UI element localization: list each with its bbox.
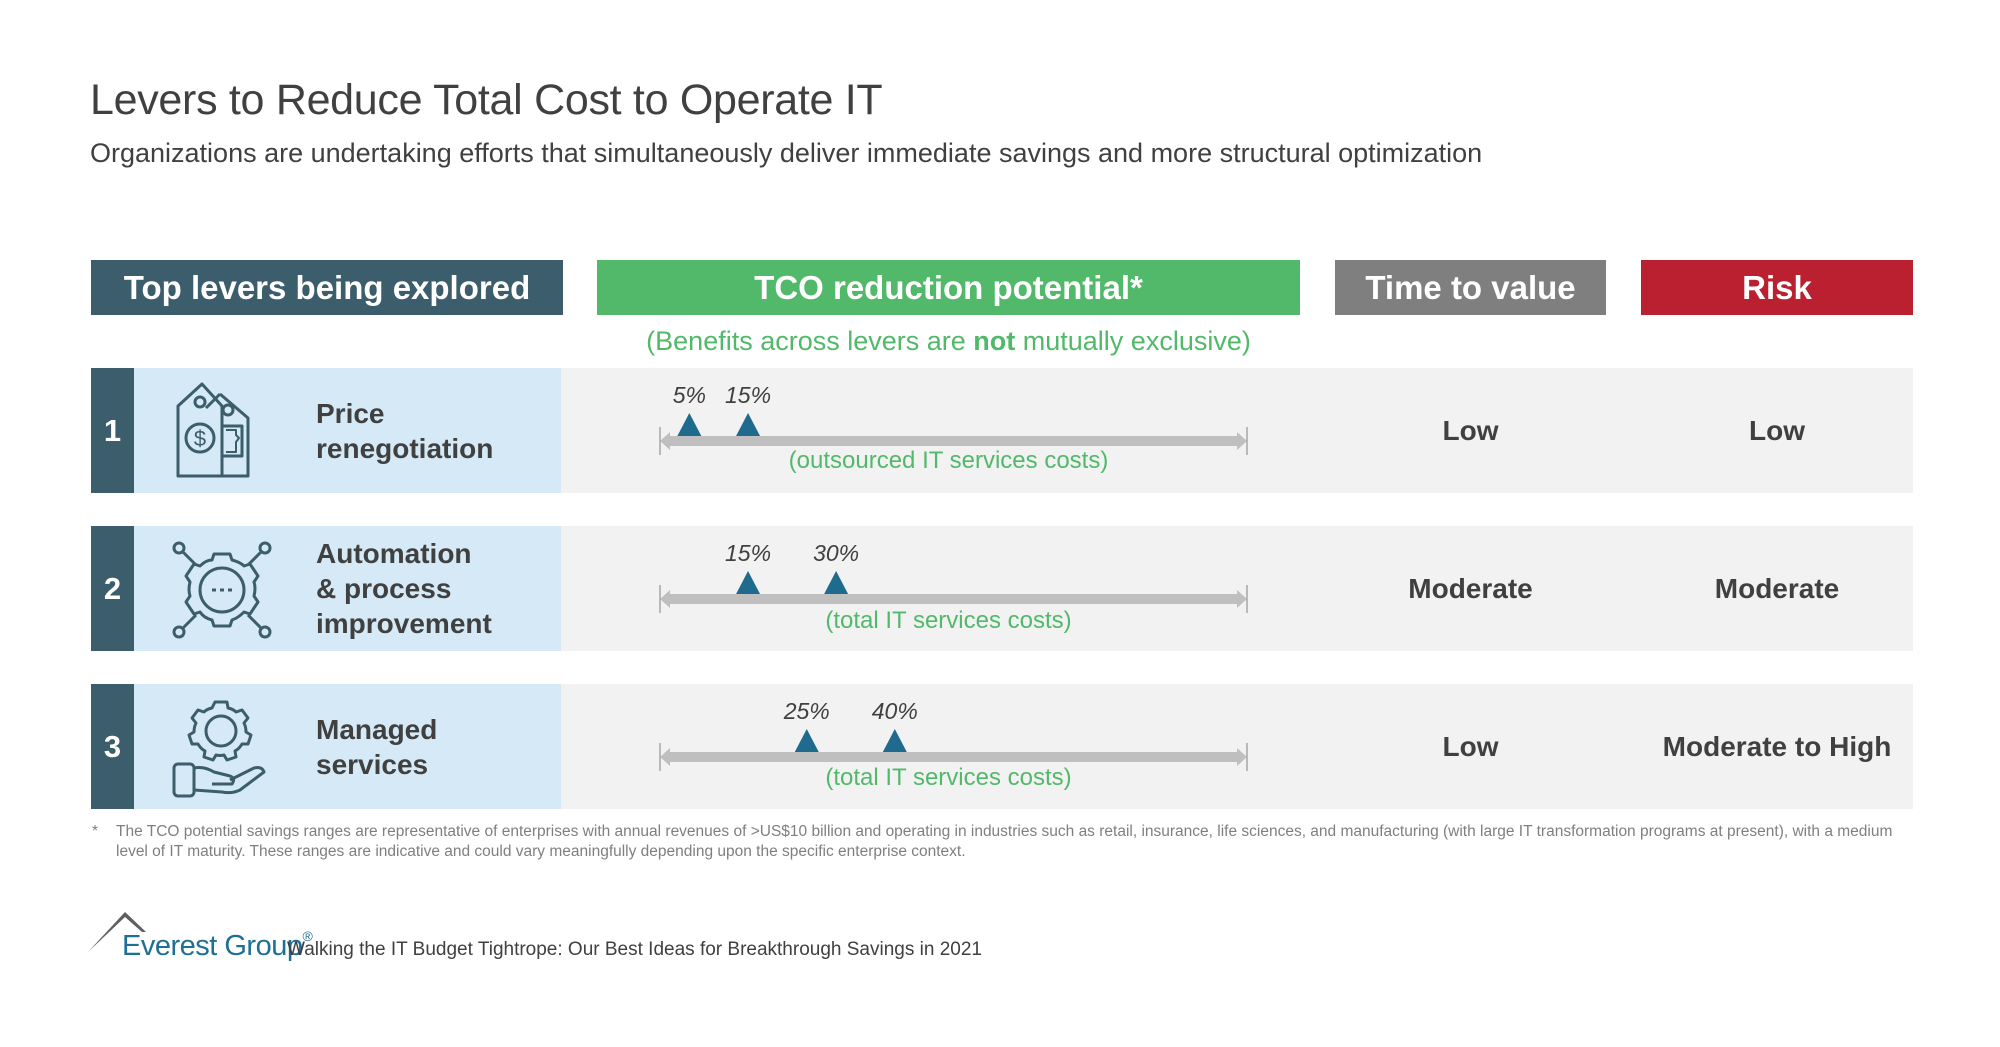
benefits-note-after: mutually exclusive) xyxy=(1015,326,1251,356)
tco-low-label: 5% xyxy=(673,382,706,408)
tco-low-marker xyxy=(736,571,761,594)
tco-high-label: 15% xyxy=(725,382,771,408)
lever-cell: Managed services xyxy=(134,684,561,809)
brand-name: Everest Group xyxy=(122,930,303,962)
lever-label: Automation & process improvement xyxy=(316,538,492,639)
tco-low-marker xyxy=(677,413,702,436)
tco-basis-caption: (total IT services costs) xyxy=(825,764,1072,791)
tco-high-marker xyxy=(824,571,849,594)
footnote-marker: * xyxy=(92,823,99,840)
footnote-text: The TCO potential savings ranges are rep… xyxy=(116,823,1893,860)
benefits-note-before: (Benefits across levers are xyxy=(646,326,974,356)
lever-cell: $ Price renegotiation xyxy=(134,368,561,493)
tco-low-marker xyxy=(794,729,819,752)
tco-high-label: 40% xyxy=(872,698,918,724)
time-to-value-value: Low xyxy=(1442,414,1499,446)
row-number: 1 xyxy=(91,368,134,493)
time-to-value-value: Low xyxy=(1442,730,1499,762)
lever-label: Managed services xyxy=(316,713,438,780)
page-subtitle: Organizations are undertaking efforts th… xyxy=(90,138,1483,168)
time-to-value-value: Moderate xyxy=(1408,572,1533,604)
tco-low-label: 15% xyxy=(725,540,771,566)
managed-services-hand-gear-icon xyxy=(172,700,266,798)
tco-low-label: 25% xyxy=(783,698,830,724)
risk-value: Moderate xyxy=(1714,572,1840,604)
risk-value: Low xyxy=(1749,414,1805,446)
tco-high-label: 30% xyxy=(813,540,859,566)
header-tco-label: TCO reduction potential* xyxy=(754,268,1143,306)
header-tco-reduction: TCO reduction potential* xyxy=(597,260,1300,315)
lever-cell: Automation & process improvement xyxy=(134,526,561,651)
tco-high-marker xyxy=(882,729,907,752)
header-top-levers: Top levers being explored xyxy=(91,260,563,315)
lever-label: Price renegotiation xyxy=(316,397,494,464)
header-time-to-value: Time to value xyxy=(1335,260,1606,315)
header-risk: Risk xyxy=(1641,260,1913,315)
price-tags-icon: $ xyxy=(176,382,250,478)
footnote: * The TCO potential savings ranges are r… xyxy=(92,822,1922,862)
risk-value: Moderate to High xyxy=(1662,730,1892,762)
row-number: 3 xyxy=(91,684,134,809)
brand-logo-text: Everest Group® xyxy=(122,928,313,963)
automation-gear-icon xyxy=(172,541,272,639)
page-title: Levers to Reduce Total Cost to Operate I… xyxy=(90,76,883,124)
tco-basis-caption: (total IT services costs) xyxy=(825,607,1072,634)
tco-basis-caption: (outsourced IT services costs) xyxy=(788,447,1109,474)
row-number: 2 xyxy=(91,526,134,651)
svg-text:$: $ xyxy=(194,426,206,451)
report-title: Walking the IT Budget Tightrope: Our Bes… xyxy=(287,939,982,960)
benefits-note-emphasis: not xyxy=(973,326,1016,356)
benefits-note: (Benefits across levers are not mutually… xyxy=(597,326,1300,357)
tco-high-marker xyxy=(736,413,761,436)
